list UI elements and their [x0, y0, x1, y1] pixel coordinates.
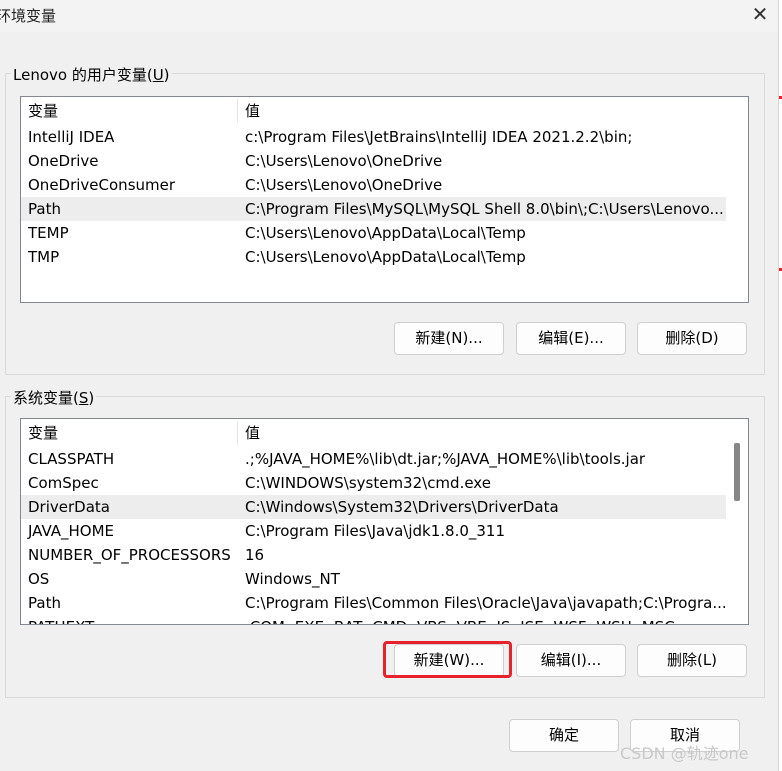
column-header-name[interactable]: 变量 [28, 421, 58, 445]
column-header-value[interactable]: 值 [245, 99, 260, 123]
system-edit-button[interactable]: 编辑(I)... [516, 644, 626, 677]
scrollbar[interactable] [729, 419, 746, 624]
list-item[interactable]: OneDriveConsumer C:\Users\Lenovo\OneDriv… [21, 173, 726, 197]
list-item[interactable]: PATHEXT .COM;.EXE;.BAT;.CMD;.VBS;.VBE;.J… [21, 615, 726, 624]
user-new-button[interactable]: 新建(N)... [394, 322, 504, 355]
column-header-name[interactable]: 变量 [28, 99, 58, 123]
system-variables-legend: 系统变量(S) [11, 387, 97, 408]
user-variables-list[interactable]: 变量 值 IntelliJ IDEA c:\Program Files\JetB… [20, 96, 749, 303]
user-edit-button[interactable]: 编辑(E)... [516, 322, 626, 355]
list-item[interactable]: IntelliJ IDEA c:\Program Files\JetBrains… [21, 125, 726, 149]
close-icon[interactable]: ✕ [748, 3, 772, 27]
title-bar [0, 0, 782, 32]
list-item[interactable]: Path C:\Program Files\Common Files\Oracl… [21, 591, 727, 615]
list-item-selected[interactable]: Path C:\Program Files\MySQL\MySQL Shell … [21, 197, 726, 221]
list-item[interactable]: OS Windows_NT [21, 567, 726, 591]
list-header: 变量 值 [21, 421, 726, 445]
column-divider[interactable] [237, 99, 238, 123]
window-title: 环境变量 [0, 7, 57, 25]
list-item-selected[interactable]: DriverData C:\Windows\System32\Drivers\D… [21, 495, 726, 519]
list-item[interactable]: OneDrive C:\Users\Lenovo\OneDrive [21, 149, 726, 173]
ok-button[interactable]: 确定 [509, 719, 619, 752]
list-header: 变量 值 [21, 99, 748, 123]
watermark: CSDN @轨迹one [620, 744, 749, 763]
list-item[interactable]: ComSpec C:\WINDOWS\system32\cmd.exe [21, 471, 726, 495]
system-delete-button[interactable]: 删除(L) [637, 644, 747, 677]
window-edge [778, 0, 782, 771]
column-header-value[interactable]: 值 [245, 421, 260, 445]
list-item[interactable]: TEMP C:\Users\Lenovo\AppData\Local\Temp [21, 221, 726, 245]
system-variables-list[interactable]: 变量 值 CLASSPATH .;%JAVA_HOME%\lib\dt.jar;… [20, 418, 749, 625]
list-item[interactable]: CLASSPATH .;%JAVA_HOME%\lib\dt.jar;%JAVA… [21, 447, 726, 471]
user-delete-button[interactable]: 删除(D) [637, 322, 747, 355]
list-item[interactable]: TMP C:\Users\Lenovo\AppData\Local\Temp [21, 245, 726, 269]
highlight-annotation [383, 641, 512, 678]
user-variables-legend: Lenovo 的用户变量(U) [11, 64, 172, 85]
list-item[interactable]: NUMBER_OF_PROCESSORS 16 [21, 543, 726, 567]
column-divider[interactable] [237, 421, 238, 445]
scrollbar-thumb[interactable] [734, 443, 740, 501]
list-item[interactable]: JAVA_HOME C:\Program Files\Java\jdk1.8.0… [21, 519, 726, 543]
